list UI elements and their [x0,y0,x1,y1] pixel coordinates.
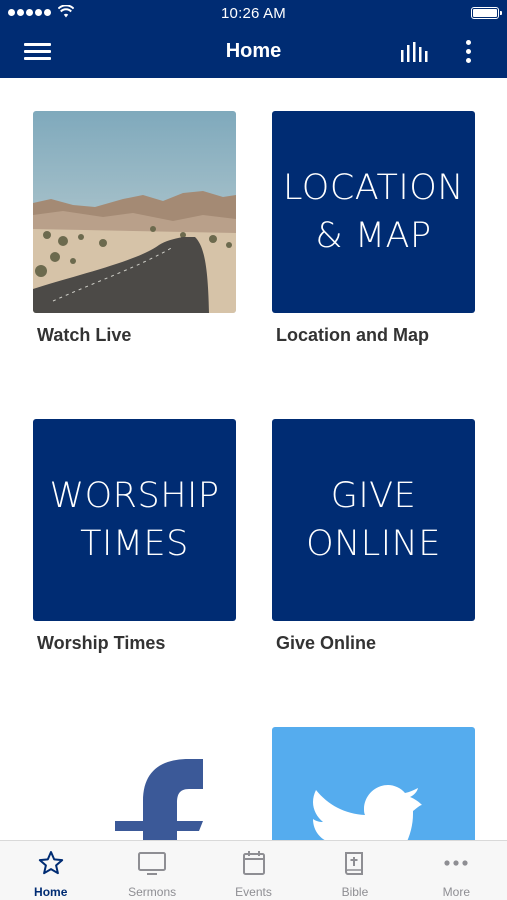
tile-worship-times[interactable]: WORSHIP TIMES Worship Times [33,419,236,654]
app-screen: 10:26 AM Home Watch Live LOCATION & MAP … [0,0,507,900]
more-options-button[interactable] [458,38,478,66]
tile-label: Watch Live [37,325,132,345]
tab-events[interactable]: Events [203,841,304,900]
tab-label: Bible [341,885,369,899]
tv-icon [138,852,167,875]
battery-icon [471,7,502,19]
status-bar: 10:26 AM [0,0,507,26]
tab-bible[interactable]: Bible [304,841,405,900]
worship-times-banner: WORSHIP TIMES [33,419,236,621]
location-map-banner: LOCATION & MAP [272,111,475,313]
tab-home[interactable]: Home [0,841,101,900]
audio-bars-icon[interactable] [398,40,432,64]
tab-label: Events [235,885,272,899]
tile-label: Location and Map [276,325,429,345]
star-icon [38,851,63,875]
banner-text: GIVE ONLINE [306,476,441,564]
tab-sermons[interactable]: Sermons [101,841,202,900]
tile-label: Worship Times [37,633,166,653]
tab-label: More [442,885,470,899]
banner-text: WORSHIP TIMES [49,476,220,564]
calendar-icon [242,851,265,875]
ellipsis-icon [444,860,468,866]
banner-text: LOCATION & MAP [283,168,464,256]
give-online-banner: GIVE ONLINE [272,419,475,621]
header: 10:26 AM Home [0,0,507,78]
desert-road-image [33,111,236,313]
bible-icon [344,852,363,875]
status-time: 10:26 AM [221,5,286,22]
tab-bar: Home Sermons Events Bible More [0,840,507,900]
tab-label: Home [34,885,68,899]
tile-label: Give Online [276,633,377,653]
tab-more[interactable]: More [406,841,507,900]
tile-give-online[interactable]: GIVE ONLINE Give Online [272,419,475,654]
tile-watch-live[interactable]: Watch Live [33,111,236,346]
nav-bar: Home [0,26,507,78]
tab-label: Sermons [128,885,177,899]
tile-location-map[interactable]: LOCATION & MAP Location and Map [272,111,475,346]
